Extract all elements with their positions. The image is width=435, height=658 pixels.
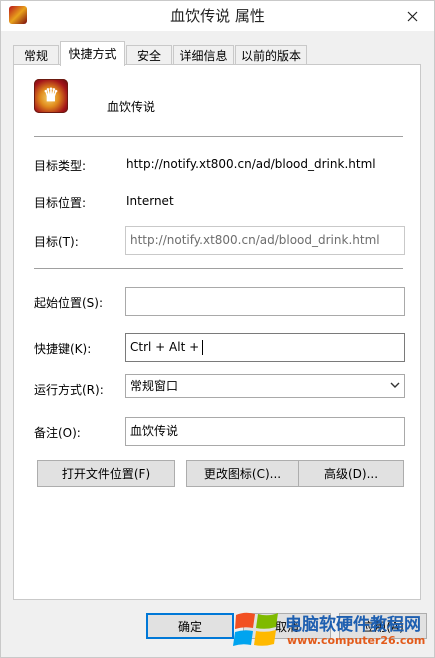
start-in-label: 起始位置(S):	[34, 296, 104, 310]
open-file-location-button[interactable]: 打开文件位置(F)	[37, 460, 175, 487]
app-icon: ♛	[34, 79, 68, 113]
tab-shortcut[interactable]: 快捷方式	[60, 41, 125, 66]
target-field[interactable]: http://notify.xt800.cn/ad/blood_drink.ht…	[125, 226, 405, 255]
site-watermark: 电脑软硬件教程网 www.computer26.com	[233, 607, 431, 653]
target-location-value: Internet	[126, 194, 174, 208]
separator	[34, 268, 403, 269]
text-caret	[202, 340, 204, 355]
hotkey-label: 快捷键(K):	[34, 342, 92, 356]
target-label: 目标(T):	[34, 235, 79, 249]
watermark-title: 电脑软硬件教程网	[285, 615, 421, 635]
ok-button[interactable]: 确定	[146, 613, 234, 639]
comment-field[interactable]: 血饮传说	[125, 417, 405, 446]
tab-details[interactable]: 详细信息	[173, 45, 234, 65]
run-label: 运行方式(R):	[34, 383, 104, 397]
advanced-button[interactable]: 高级(D)...	[298, 460, 404, 487]
target-type-value: http://notify.xt800.cn/ad/blood_drink.ht…	[126, 157, 376, 171]
tab-general[interactable]: 常规	[13, 45, 59, 65]
run-value: 常规窗口	[130, 379, 179, 393]
comment-label: 备注(O):	[34, 426, 81, 440]
close-button[interactable]	[399, 3, 425, 25]
properties-window: 血饮传说 属性 常规 快捷方式 安全 详细信息 以前的版本 ♛ 血饮传说 目标类…	[0, 0, 435, 658]
separator	[34, 136, 403, 137]
app-name: 血饮传说	[107, 100, 156, 114]
change-icon-button[interactable]: 更改图标(C)...	[186, 460, 299, 487]
start-in-field[interactable]	[125, 287, 405, 316]
window-title: 血饮传说 属性	[170, 7, 265, 25]
tab-security[interactable]: 安全	[126, 45, 172, 65]
chevron-down-icon	[390, 382, 400, 388]
blood-drink-game-icon: ♛	[42, 85, 60, 106]
watermark-url: www.computer26.com	[287, 634, 426, 647]
shortcut-panel: ♛ 血饮传说 目标类型: http://notify.xt800.cn/ad/b…	[13, 64, 421, 600]
target-type-label: 目标类型:	[34, 159, 87, 173]
run-select[interactable]: 常规窗口	[125, 374, 405, 398]
hotkey-value: Ctrl + Alt +	[130, 340, 200, 354]
close-icon	[407, 11, 417, 22]
target-location-label: 目标位置:	[34, 196, 87, 210]
tab-previous-versions[interactable]: 以前的版本	[235, 45, 307, 65]
windows-logo-icon	[233, 612, 278, 646]
hotkey-field[interactable]: Ctrl + Alt +	[125, 333, 405, 362]
title-bar: 血饮传说 属性	[1, 1, 434, 31]
